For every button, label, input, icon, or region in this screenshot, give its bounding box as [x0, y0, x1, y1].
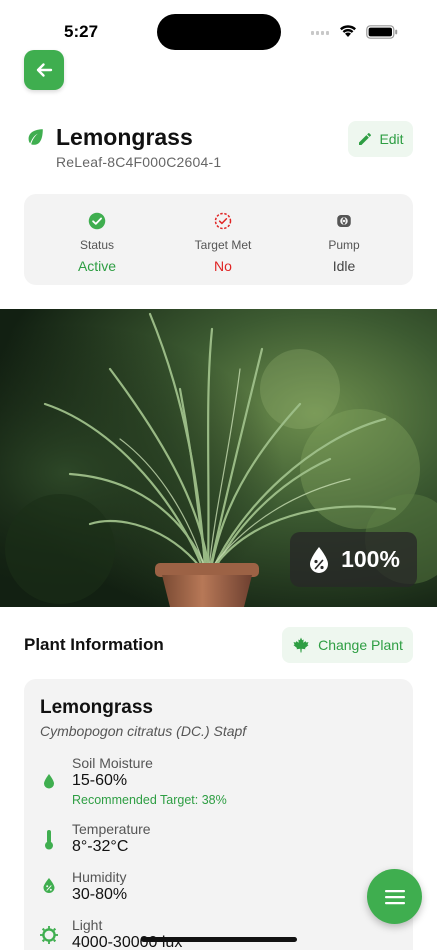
plant-name: Lemongrass: [40, 697, 153, 718]
moisture-overlay: 100%: [290, 532, 417, 587]
page-title-row: Lemongrass: [24, 120, 193, 154]
pump-label: Pump: [328, 238, 360, 252]
edit-button[interactable]: Edit: [348, 121, 413, 157]
target-dashed-check-icon: [214, 212, 232, 230]
status-value: Active: [77, 258, 117, 274]
thermometer-icon: [45, 830, 53, 850]
target-met-value: No: [214, 258, 232, 274]
soil-moisture-label: Soil Moisture: [72, 755, 153, 771]
temperature-value: 8°-32°C: [72, 838, 129, 855]
status-item-pump: Pump Idle: [284, 212, 404, 274]
change-plant-label: Change Plant: [318, 637, 403, 653]
status-item-status: Status Active: [37, 212, 157, 274]
status-card: Status Active Target Met No Pump Idle: [24, 194, 413, 285]
humidity-label: Humidity: [72, 869, 127, 885]
back-button[interactable]: [24, 50, 64, 90]
moisture-value: 100%: [341, 546, 400, 572]
battery-icon: [366, 25, 398, 39]
light-label: Light: [72, 917, 103, 933]
pump-value: Idle: [332, 258, 356, 274]
home-indicator: [141, 937, 297, 942]
water-percent-icon: [310, 546, 329, 573]
cellular-signal-icon: [311, 29, 331, 35]
status-time: 5:27: [64, 22, 99, 41]
device-id: ReLeaf-8C4F000C2604-1: [56, 154, 222, 170]
arrow-left-icon: [36, 63, 53, 77]
status-bar: 5:27: [0, 0, 437, 62]
recommended-target: Recommended Target: 38%: [72, 793, 227, 807]
maple-leaf-icon: [293, 637, 309, 653]
status-label: Status: [79, 238, 115, 252]
change-plant-button[interactable]: Change Plant: [282, 627, 413, 663]
pump-icon: [337, 215, 351, 227]
section-title: Plant Information: [24, 635, 164, 654]
menu-fab-button[interactable]: [367, 869, 422, 924]
dynamic-island: [157, 14, 281, 50]
menu-icon: [384, 889, 405, 904]
pencil-icon: [359, 133, 372, 145]
plant-scientific-name: Cymbopogon citratus (DC.) Stapf: [40, 723, 247, 739]
edit-label: Edit: [379, 131, 404, 147]
humidity-value: 30-80%: [72, 886, 128, 903]
sun-icon: [40, 926, 58, 944]
wifi-icon: [340, 25, 356, 37]
check-circle-icon: [88, 212, 106, 230]
humidity-icon: [43, 878, 55, 893]
plant-info-card: Lemongrass Cymbopogon citratus (DC.) Sta…: [24, 679, 413, 950]
soil-moisture-value: 15-60%: [72, 772, 128, 789]
page-title: Lemongrass: [56, 123, 193, 150]
temperature-label: Temperature: [72, 821, 151, 837]
leaf-icon: [28, 129, 43, 145]
target-met-label: Target Met: [194, 238, 252, 252]
water-drop-icon: [44, 774, 54, 789]
status-item-target-met: Target Met No: [163, 212, 283, 274]
